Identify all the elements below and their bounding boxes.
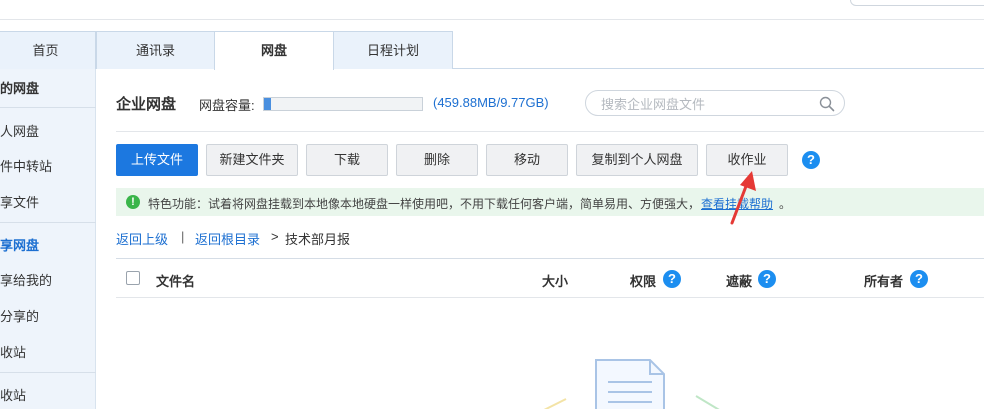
sidebar-item-recycle[interactable]: 收站 (0, 335, 96, 371)
column-hidden: 遮蔽 (726, 274, 753, 289)
capacity-bar (263, 97, 423, 111)
top-search-pill[interactable] (850, 0, 984, 6)
new-folder-button[interactable]: 新建文件夹 (206, 144, 298, 176)
sidebar-divider (0, 222, 96, 223)
tab-schedule[interactable]: 日程计划 (333, 31, 453, 69)
feature-notice: ! 特色功能：试着将网盘挂载到本地像本地硬盘一样使用吧，不用下载任何客户端，简单… (116, 188, 984, 216)
breadcrumb-arrow: > (271, 229, 279, 244)
permission-help-icon[interactable]: ? (663, 270, 681, 288)
breadcrumb-separator: | (181, 229, 185, 244)
notice-text: 特色功能：试着将网盘挂载到本地像本地硬盘一样使用吧，不用下载任何客户端，简单易用… (148, 197, 701, 211)
notice-end: 。 (779, 197, 792, 211)
sidebar: 的网盘 人网盘 件中转站 享文件 享网盘 享给我的 分享的 收站 收站 (0, 69, 96, 409)
search-input[interactable] (601, 95, 811, 113)
hidden-help-icon[interactable]: ? (758, 270, 776, 288)
sidebar-item-my-disk[interactable]: 的网盘 (0, 71, 96, 107)
sidebar-item-shared-disk[interactable]: 享网盘 (0, 228, 96, 264)
copy-to-personal-button[interactable]: 复制到个人网盘 (576, 144, 698, 176)
main-panel: 企业网盘 网盘容量: (459.88MB/9.77GB) 上传文件 新建文件夹 … (96, 69, 984, 409)
sidebar-item-transfer-station[interactable]: 件中转站 (0, 149, 96, 185)
sidebar-divider (0, 372, 96, 373)
empty-folder-icon (543, 359, 720, 409)
tab-netdisk[interactable]: 网盘 (214, 31, 334, 70)
sidebar-item-my-shares[interactable]: 分享的 (0, 299, 96, 335)
column-name[interactable]: 文件名 (156, 271, 195, 290)
download-button[interactable]: 下载 (306, 144, 388, 176)
select-all-checkbox[interactable] (126, 271, 140, 285)
sidebar-divider (0, 107, 96, 108)
column-permission: 权限 (630, 274, 657, 289)
capacity-label: 网盘容量: (199, 98, 255, 113)
owner-help-icon[interactable]: ? (910, 270, 928, 288)
delete-button[interactable]: 删除 (396, 144, 478, 176)
column-size[interactable]: 大小 (542, 271, 568, 290)
search-box (585, 90, 845, 116)
capacity-text: (459.88MB/9.77GB) (433, 95, 549, 110)
column-owner: 所有者 (864, 274, 904, 289)
sidebar-item-personal-disk[interactable]: 人网盘 (0, 114, 96, 150)
file-table-header: 文件名 大小 权限 ? 遮蔽 ? 所有者 ? (116, 258, 984, 298)
sidebar-item-recycle-2[interactable]: 收站 (0, 378, 96, 409)
page-title: 企业网盘 (116, 96, 177, 113)
top-bar (0, 0, 984, 20)
red-arrow-annotation-icon (730, 171, 756, 225)
sidebar-item-shared-files[interactable]: 享文件 (0, 185, 96, 221)
sidebar-item-shared-to-me[interactable]: 享给我的 (0, 263, 96, 299)
toolbar-help-icon[interactable]: ? (802, 151, 820, 169)
back-root-link[interactable]: 返回根目录 (195, 229, 260, 248)
tab-contacts[interactable]: 通讯录 (96, 31, 215, 69)
capacity-fill (264, 98, 272, 110)
back-up-link[interactable]: 返回上级 (116, 229, 168, 248)
upload-button[interactable]: 上传文件 (116, 144, 198, 176)
main-tabs: 首页 通讯录 网盘 日程计划 (0, 31, 984, 70)
search-icon[interactable] (819, 96, 835, 112)
info-icon: ! (126, 195, 140, 209)
move-button[interactable]: 移动 (486, 144, 568, 176)
tab-home[interactable]: 首页 (0, 31, 96, 69)
breadcrumb-current: 技术部月报 (285, 232, 351, 247)
header-divider (116, 131, 984, 132)
